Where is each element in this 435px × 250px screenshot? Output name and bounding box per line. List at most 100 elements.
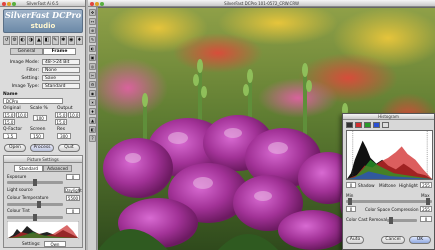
min-max-slider[interactable] (346, 198, 432, 205)
scale-field[interactable]: 100 (33, 115, 47, 121)
channel-composite-button[interactable] (346, 122, 353, 128)
preview-title: SilverFast DCPro 101-0572_CRW.CRW (224, 1, 299, 6)
gear-icon[interactable]: ⚙ (89, 81, 96, 88)
q-factor-field[interactable]: 1.5 (3, 133, 17, 139)
window-controls[interactable] (2, 1, 17, 8)
image-type-select[interactable]: Standard (42, 83, 80, 89)
target-icon[interactable]: ◉ (67, 36, 75, 45)
cancel-button[interactable]: Cancel (381, 236, 405, 244)
image-mode-label: Image Mode: (9, 60, 39, 65)
max-thumb[interactable] (426, 198, 430, 205)
contrast-icon[interactable]: ◐ (89, 45, 96, 52)
preview-titlebar: SilverFast DCPro 101-0572_CRW.CRW (88, 0, 435, 7)
histogram-icon[interactable]: ◑ (27, 36, 35, 45)
compare-icon[interactable]: ◧ (89, 126, 96, 133)
reset-icon[interactable]: ↺ (3, 36, 11, 45)
colour-tint-value[interactable]: 0 (66, 208, 80, 214)
original-depth-field[interactable]: 15.0 (3, 119, 15, 125)
output-depth-field[interactable]: 15.0 (55, 119, 67, 125)
ok-button[interactable]: OK (409, 236, 431, 244)
setting-row: Setting: Save (3, 75, 83, 82)
open-button[interactable]: Open (4, 144, 26, 152)
color-cast-value[interactable]: 0 (420, 216, 432, 222)
exposure-slider-thumb[interactable] (33, 179, 37, 186)
sharpen-tool-icon[interactable]: ▲ (89, 117, 96, 124)
channel-red-button[interactable] (355, 122, 362, 128)
min-value[interactable]: 0 (346, 206, 356, 212)
quit-button[interactable]: Quit (58, 144, 80, 152)
densitometer-icon[interactable]: ◎ (89, 63, 96, 70)
settings-icon[interactable]: ⚙ (11, 36, 19, 45)
min-thumb[interactable] (348, 198, 352, 205)
brightness-icon[interactable]: ☀ (89, 99, 96, 106)
help-icon[interactable]: ? (89, 135, 96, 142)
exposure-value[interactable]: 0 (66, 174, 80, 180)
shadow-value[interactable]: 0 (346, 182, 356, 188)
output-height-field[interactable]: 10.0 (68, 112, 80, 118)
preview-side-toolbar: ✥ ↔ ⊕ ✎ ◐ ▣ ◎ ✂ ⚙ ◉ ☀ ♦ ▲ ◧ ? (88, 7, 97, 250)
highlight-value[interactable]: 255 (420, 182, 432, 188)
channel-selector (346, 122, 389, 128)
silverfast-logo: SilverFast DCPro studio (3, 9, 83, 33)
picture-settings-titlebar: Picture Settings (4, 156, 82, 163)
crop-icon[interactable]: ✂ (89, 72, 96, 79)
image-mode-select[interactable]: 48->24 Bit (42, 59, 80, 65)
tab-standard[interactable]: Standard (14, 165, 43, 172)
exposure-slider[interactable] (7, 179, 63, 186)
colour-temperature-slider[interactable] (7, 201, 63, 208)
screen-label: Screen (30, 127, 46, 132)
light-source-select[interactable]: Daylight (64, 187, 82, 193)
screen-field[interactable]: 150 (30, 133, 44, 139)
original-label: Original (3, 106, 21, 111)
mini-histogram (7, 221, 79, 239)
color-cast-slider[interactable] (387, 217, 417, 224)
tab-frame[interactable]: Frame (43, 48, 76, 55)
color-cast-thumb[interactable] (389, 217, 393, 224)
max-value[interactable]: 255 (420, 206, 432, 212)
setting-select[interactable]: Save (42, 75, 80, 81)
selective-color-icon[interactable]: ♦ (89, 108, 96, 115)
output-width-field[interactable]: 15.0 (55, 112, 67, 118)
image-type-label: Image Type: (11, 84, 39, 89)
q-factor-label: Q-Factor (3, 127, 23, 132)
process-button[interactable]: Process (30, 144, 54, 152)
filter-label: Filter: (26, 68, 39, 73)
diamond-icon[interactable]: ♦ (75, 36, 83, 45)
move-icon[interactable]: ✥ (89, 9, 96, 16)
palette-title: SilverFast Ai 6.5 (26, 1, 59, 6)
eyedropper-icon[interactable]: ◉ (89, 90, 96, 97)
tab-general[interactable]: General (10, 48, 43, 55)
tab-advanced[interactable]: Advanced (43, 165, 72, 172)
zoom-icon[interactable]: ⊕ (89, 27, 96, 34)
original-height-field[interactable]: 10.0 (16, 112, 28, 118)
colour-tint-thumb[interactable] (33, 214, 37, 221)
name-field[interactable]: DCPro (3, 98, 63, 104)
res-field[interactable]: 300 (57, 133, 71, 139)
filter-select[interactable]: None (42, 67, 80, 73)
sharpen-icon[interactable]: ▲ (35, 36, 43, 45)
res-label: Res (57, 127, 66, 132)
pen-tool-icon[interactable]: ✎ (89, 36, 96, 43)
colour-temperature-thumb[interactable] (37, 201, 41, 208)
gradation-icon[interactable]: ◐ (19, 36, 27, 45)
histogram-graph[interactable] (346, 130, 433, 180)
histogram-titlebar: Histogram (343, 114, 434, 120)
color-correction-icon[interactable]: ◧ (43, 36, 51, 45)
palette-titlebar: SilverFast Ai 6.5 (0, 0, 85, 7)
star-icon[interactable]: ✱ (59, 36, 67, 45)
settings-select[interactable]: Own (44, 241, 66, 247)
pen-icon[interactable]: ✎ (51, 36, 59, 45)
original-width-field[interactable]: 15.0 (3, 112, 15, 118)
channel-green-button[interactable] (364, 122, 371, 128)
frame-icon[interactable]: ▣ (89, 54, 96, 61)
mirror-icon[interactable]: ↔ (89, 18, 96, 25)
channel-options-button[interactable] (382, 122, 389, 128)
channel-blue-button[interactable] (373, 122, 380, 128)
logo-line-1: SilverFast DCPro (4, 10, 82, 20)
color-space-compression-label: Color Space Compression (365, 207, 419, 212)
image-mode-row: Image Mode: 48->24 Bit (3, 59, 83, 66)
auto-button[interactable]: Auto (346, 236, 364, 244)
colour-temperature-value[interactable]: 5500 (66, 195, 80, 201)
colour-tint-slider[interactable] (7, 214, 63, 221)
shadow-label: Shadow (358, 183, 375, 188)
